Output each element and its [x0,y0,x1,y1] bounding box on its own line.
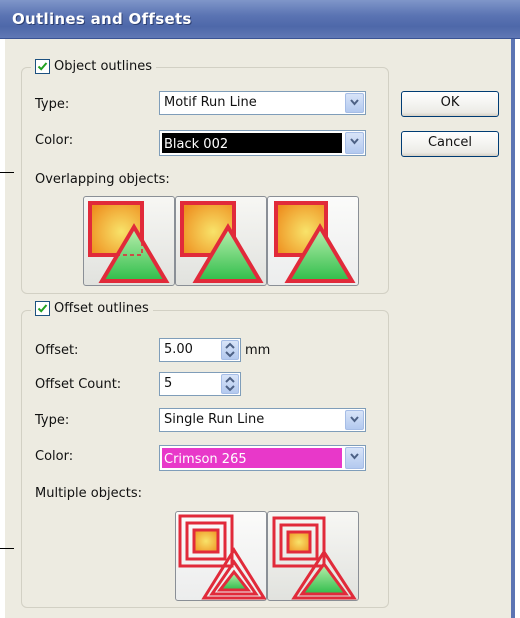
multiple-mode-1-icon [178,514,266,600]
overlap-mode-2-icon [180,201,264,283]
offset-color-select[interactable]: Crimson 265 [159,445,366,471]
offset-type-value: Single Run Line [164,412,265,427]
overlap-mode-2-button[interactable] [175,196,267,286]
offset-color-dropdown-button[interactable] [345,447,364,469]
window-title: Outlines and Offsets [12,10,192,28]
chevron-down-icon [350,453,359,460]
overlapping-objects-label: Overlapping objects: [35,172,170,187]
object-type-dropdown-button[interactable] [345,93,364,113]
callout-line-top [0,172,14,173]
object-color-select[interactable]: Black 002 [159,130,366,156]
overlap-mode-3-button[interactable] [267,196,359,286]
spin-arrows-icon [225,376,235,392]
overlap-mode-1-icon [88,201,170,283]
multiple-mode-2-icon [272,516,357,600]
offset-type-dropdown-button[interactable] [345,410,364,430]
offset-count-input[interactable]: 5 [159,372,241,396]
offset-color-value: Crimson 265 [164,452,247,467]
object-color-dropdown-button[interactable] [345,132,364,154]
offset-outlines-legend: Offset outlines [31,301,153,316]
object-type-select[interactable]: Motif Run Line [159,91,366,115]
chevron-down-icon [350,138,359,145]
offset-type-select[interactable]: Single Run Line [159,408,366,432]
object-outlines-legend: Object outlines [31,59,156,74]
cancel-button[interactable]: Cancel [401,131,499,157]
offset-count-label: Offset Count: [35,377,122,392]
offset-count-spinner[interactable] [221,374,239,394]
object-outlines-label: Object outlines [54,59,152,74]
outlines-offsets-dialog: Outlines and Offsets Object outlines Typ… [0,0,520,618]
offset-count-value: 5 [164,376,173,391]
object-type-label: Type: [35,97,70,112]
offset-type-label: Type: [35,413,70,428]
callout-line-bottom [0,548,14,549]
object-color-label: Color: [35,133,74,148]
chevron-down-icon [350,416,359,423]
overlap-mode-1-button[interactable] [83,196,175,286]
object-color-value: Black 002 [164,137,229,152]
offset-outlines-label: Offset outlines [54,301,149,316]
offset-input[interactable]: 5.00 [159,338,241,362]
multiple-objects-label: Multiple objects: [35,486,142,501]
checkmark-icon [37,304,48,313]
object-outlines-checkbox[interactable] [35,59,50,74]
spin-arrows-icon [225,342,235,358]
object-type-value: Motif Run Line [164,95,257,110]
dialog-body: Object outlines Type: Motif Run Line Col… [5,39,515,618]
chevron-down-icon [350,99,359,106]
multiple-mode-1-button[interactable] [175,511,267,601]
checkmark-icon [37,62,48,71]
offset-unit: mm [245,343,271,358]
title-bar[interactable]: Outlines and Offsets [0,0,520,39]
offset-outlines-checkbox[interactable] [35,301,50,316]
multiple-mode-2-button[interactable] [267,511,359,601]
ok-button[interactable]: OK [401,91,499,117]
overlap-mode-3-icon [274,201,356,283]
offset-value: 5.00 [164,342,193,357]
offset-spinner[interactable] [221,340,239,360]
offset-color-label: Color: [35,449,74,464]
offset-label: Offset: [35,343,79,358]
